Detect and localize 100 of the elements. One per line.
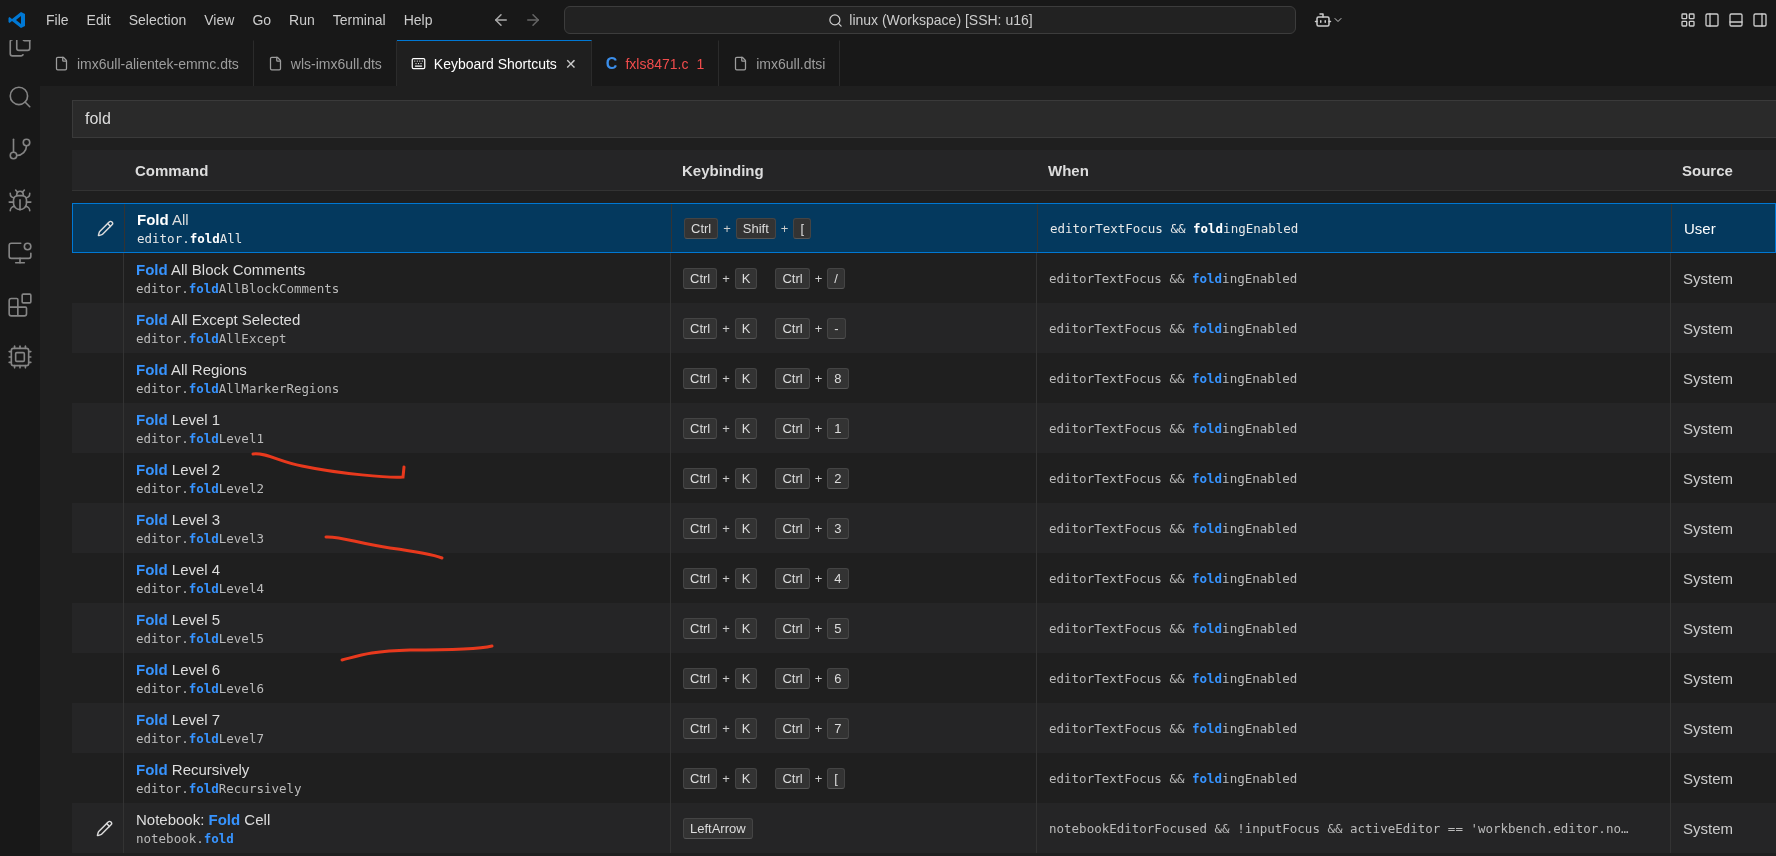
copilot-icon[interactable] [1314,11,1345,29]
key-cap: 2 [827,467,849,489]
plus-sign: + [722,370,730,386]
key-cap: 8 [827,367,849,389]
menu-item[interactable]: File [38,8,77,32]
c-file-icon: C [605,54,618,73]
key-cap: K [734,467,758,489]
pencil-icon[interactable] [97,219,114,237]
tab-label: imx6ull-alientek-emmc.dts [77,55,239,72]
command-id: editor.foldAllMarkerRegions [136,380,340,396]
command-title: Fold Level 4 [136,560,221,578]
key-cap: K [734,717,758,739]
plus-sign: + [814,520,823,536]
table-row[interactable]: Fold All editor.foldAll Ctrl + Shift + [ editorTextFocus && foldingEnabled User [72,203,1776,253]
key-cap: 3 [827,517,849,539]
source-text: System [1683,619,1734,637]
tab-label: Keyboard Shortcuts [433,55,557,72]
when-clause: editorTextFocus && foldingEnabled [1049,470,1298,486]
key-cap: [ [793,217,812,239]
bug-icon[interactable] [7,188,33,214]
key-cap: K [734,567,758,589]
key-cap: K [734,267,758,289]
source-text: User [1684,219,1717,237]
key-cap: Ctrl [683,767,718,789]
key-cap: Shift [735,217,776,239]
panel-left-icon[interactable] [1704,12,1720,28]
table-row[interactable]: Fold Level 7 editor.foldLevel7 Ctrl + K Ctrl + 7 editorTextFocus && foldingEnabled System [72,703,1776,753]
command-id: editor.foldLevel2 [136,480,264,496]
key-cap: Ctrl [683,717,718,739]
plus-sign: + [722,770,730,786]
plus-sign: + [722,520,730,536]
search-field[interactable]: fold [72,100,1776,138]
layout-icon[interactable] [1680,12,1696,28]
editor-tab[interactable]: Keyboard Shortcuts ✕ [396,40,592,86]
menu-item[interactable]: View [196,8,243,32]
table-row[interactable]: Notebook: Fold Cell notebook.fold LeftArrow notebookEditorFocused && !inputFocus && activeEditor == 'workbench.editor.no… System [72,803,1776,853]
command-id: editor.foldLevel6 [136,680,264,696]
command-center[interactable]: linux (Workspace) [SSH: u16] [564,6,1297,34]
key-cap: Ctrl [775,517,810,539]
table-row[interactable]: Fold Level 1 editor.foldLevel1 Ctrl + K Ctrl + 1 editorTextFocus && foldingEnabled System [72,403,1776,453]
file-icon [267,56,283,71]
plus-sign: + [722,670,730,686]
command-title: Fold Level 2 [136,460,221,478]
key-cap: Ctrl [683,617,718,639]
panel-bottom-icon[interactable] [1728,12,1744,28]
key-cap: Ctrl [775,617,810,639]
key-cap: Ctrl [775,267,810,289]
plus-sign: + [814,720,823,736]
when-clause: editorTextFocus && foldingEnabled [1049,570,1298,586]
plus-sign: + [814,470,823,486]
when-clause: notebookEditorFocused && !inputFocus && activeEditor == 'workbench.editor.no… [1049,820,1629,836]
problem-count: 1 [696,55,705,72]
key-cap: Ctrl [775,417,810,439]
key-cap: K [734,417,758,439]
panel-right-icon[interactable] [1752,12,1768,28]
command-id: editor.foldAllBlockComments [136,280,340,296]
command-title: Fold Recursively [136,760,250,778]
source-text: System [1683,769,1734,787]
key-cap: Ctrl [683,517,718,539]
key-cap: Ctrl [683,367,718,389]
plus-sign: + [722,270,730,286]
table-row[interactable]: Fold All Except Selected editor.foldAllExcept Ctrl + K Ctrl + - editorTextFocus && foldingEnabled System [72,303,1776,353]
key-cap: Ctrl [775,367,810,389]
when-clause: editorTextFocus && foldingEnabled [1049,420,1298,436]
plus-sign: + [814,770,823,786]
column-header: Command [134,160,210,181]
menu-item[interactable]: Terminal [324,8,394,32]
source-text: System [1683,519,1734,537]
when-clause: editorTextFocus && foldingEnabled [1049,770,1298,786]
menu-item[interactable]: Run [281,8,323,32]
plus-sign: + [814,570,823,586]
key-cap: K [734,667,758,689]
chip-icon[interactable] [7,344,33,370]
monitor-icon[interactable] [7,240,33,266]
key-cap: K [734,617,758,639]
column-header: Keybinding [681,160,765,181]
command-title: Fold Level 1 [136,410,221,428]
branch-icon[interactable] [7,136,33,162]
table-row[interactable]: Fold Level 3 editor.foldLevel3 Ctrl + K Ctrl + 3 editorTextFocus && foldingEnabled System [72,503,1776,553]
menu-item[interactable]: Edit [78,8,119,32]
key-cap: 1 [827,417,849,439]
menu-item[interactable]: Go [244,8,280,32]
source-text: System [1683,719,1734,737]
menu-item[interactable]: Help [395,8,441,32]
source-text: System [1683,419,1734,437]
key-cap: Ctrl [775,567,810,589]
command-title: Fold Level 3 [136,510,221,528]
search-icon[interactable] [7,84,33,110]
key-cap: 4 [827,567,849,589]
pencil-icon[interactable] [96,819,113,837]
command-title: Fold Level 5 [136,610,221,628]
when-clause: editorTextFocus && foldingEnabled [1049,670,1298,686]
table-row[interactable]: Fold Level 5 editor.foldLevel5 Ctrl + K Ctrl + 5 editorTextFocus && foldingEnabled System [72,603,1776,653]
extensions-icon[interactable] [7,292,33,318]
command-title: Fold All [137,210,189,228]
close-button[interactable]: ✕ [564,55,577,72]
menu-item[interactable]: Selection [120,8,195,32]
command-title: Fold All Except Selected [136,310,301,328]
command-title: Fold All Regions [136,360,247,378]
command-id: editor.foldLevel4 [136,580,264,596]
